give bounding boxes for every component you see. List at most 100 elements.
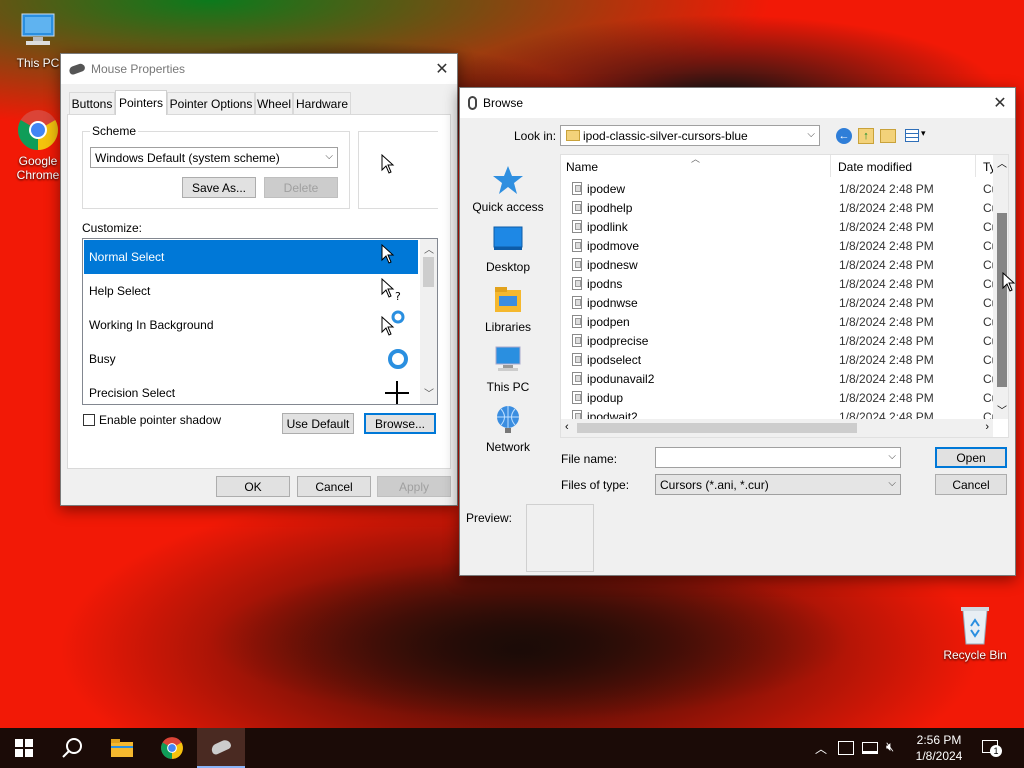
file-row[interactable]: ipodlink 1/8/2024 2:48 PM Cu <box>561 217 993 236</box>
cursor-list[interactable]: Normal Select Help Select ? Working In B… <box>82 238 438 405</box>
list-item[interactable]: Help Select ? <box>84 274 418 308</box>
network-status-icon[interactable] <box>862 742 878 754</box>
help-cursor-icon: ? <box>381 278 401 302</box>
cancel-button[interactable]: Cancel <box>297 476 371 497</box>
list-item[interactable]: Busy <box>84 342 418 376</box>
search-button[interactable] <box>48 728 96 768</box>
file-row[interactable]: ipodnesw 1/8/2024 2:48 PM Cu <box>561 255 993 274</box>
scroll-down-icon[interactable]: ﹀ <box>997 402 1007 417</box>
desktop-icon-this-pc[interactable]: This PC <box>8 10 68 70</box>
file-row[interactable]: ipodew 1/8/2024 2:48 PM Cu <box>561 179 993 198</box>
apply-button[interactable]: Apply <box>377 476 451 497</box>
file-row[interactable]: ipodup 1/8/2024 2:48 PM Cu <box>561 388 993 407</box>
file-list[interactable]: Name ︿ Date modified Ty ipodew 1/8/2024 2… <box>560 154 1009 438</box>
scroll-up-icon[interactable]: ︿ <box>997 155 1007 170</box>
taskbar-mouse-properties[interactable] <box>197 728 245 768</box>
column-header-date[interactable]: Date modified <box>832 155 976 177</box>
file-type: Cu <box>983 314 993 329</box>
cursor-file-icon <box>468 96 477 110</box>
file-name-input[interactable]: ⌵ <box>655 447 901 468</box>
start-button[interactable] <box>0 728 48 768</box>
scroll-right-icon[interactable]: › <box>985 421 989 433</box>
security-icon[interactable] <box>838 741 854 755</box>
use-default-button[interactable]: Use Default <box>282 413 354 434</box>
list-item[interactable]: Working In Background <box>84 308 418 342</box>
file-type: Cu <box>983 295 993 310</box>
pointer-shadow-checkbox[interactable] <box>83 414 95 426</box>
place-desktop[interactable]: Desktop <box>460 224 556 274</box>
scroll-thumb[interactable] <box>577 423 857 433</box>
new-folder-icon[interactable] <box>880 129 896 143</box>
file-row[interactable]: ipodnwse 1/8/2024 2:48 PM Cu <box>561 293 993 312</box>
place-libraries[interactable]: Libraries <box>460 284 556 334</box>
file-row[interactable]: ipodpen 1/8/2024 2:48 PM Cu <box>561 312 993 331</box>
delete-button[interactable]: Delete <box>264 177 338 198</box>
volume-muted-icon[interactable]: 🔇︎ <box>886 739 894 755</box>
cursor-item-label: Help Select <box>89 284 151 298</box>
notification-count: 1 <box>990 745 1002 757</box>
crosshair-cursor-icon <box>385 381 409 404</box>
horizontal-scrollbar[interactable]: ‹ › <box>561 419 993 437</box>
file-date: 1/8/2024 2:48 PM <box>839 219 934 234</box>
file-row[interactable]: ipodprecise 1/8/2024 2:48 PM Cu <box>561 331 993 350</box>
scheme-dropdown[interactable]: Windows Default (system scheme) ⌵ <box>90 147 338 168</box>
file-icon <box>572 315 582 328</box>
place-this-pc[interactable]: This PC <box>460 344 556 394</box>
file-name: ipodpen <box>587 314 630 329</box>
scroll-up-icon[interactable]: ︿ <box>424 241 434 256</box>
file-name: ipodew <box>587 181 626 196</box>
file-date: 1/8/2024 2:48 PM <box>839 314 934 329</box>
tab-buttons[interactable]: Buttons <box>69 92 115 114</box>
files-of-type-dropdown[interactable]: Cursors (*.ani, *.cur) ⌵ <box>655 474 901 495</box>
place-quick-access[interactable]: Quick access <box>460 164 556 214</box>
back-icon[interactable]: ← <box>836 128 852 144</box>
title-bar[interactable]: Browse ✕ <box>460 88 1015 118</box>
file-row[interactable]: ipodns 1/8/2024 2:48 PM Cu <box>561 274 993 293</box>
scroll-down-icon[interactable]: ﹀ <box>424 385 434 400</box>
browse-button[interactable]: Browse... <box>364 413 436 434</box>
file-row[interactable]: ipodwait2 1/8/2024 2:48 PM Cu <box>561 407 993 419</box>
scrollbar[interactable]: ︿ ﹀ <box>420 239 437 404</box>
clock[interactable]: 2:56 PM 1/8/2024 <box>908 732 970 764</box>
scroll-thumb[interactable] <box>997 213 1007 387</box>
grid-view-icon <box>905 129 919 142</box>
scroll-left-icon[interactable]: ‹ <box>565 421 569 433</box>
close-button[interactable]: ✕ <box>985 88 1015 118</box>
list-item[interactable]: Precision Select <box>84 376 418 404</box>
taskbar-file-explorer[interactable] <box>98 728 146 768</box>
file-icon <box>572 239 582 252</box>
tab-hardware[interactable]: Hardware <box>293 92 351 114</box>
list-item[interactable]: Normal Select <box>84 240 418 274</box>
desktop-icon-recycle-bin[interactable]: Recycle Bin <box>940 602 1010 662</box>
file-name: ipodup <box>587 390 624 405</box>
tab-pointer-options[interactable]: Pointer Options <box>167 92 255 114</box>
file-row[interactable]: ipodhelp 1/8/2024 2:48 PM Cu <box>561 198 993 217</box>
ok-button[interactable]: OK <box>216 476 290 497</box>
look-in-dropdown[interactable]: ipod-classic-silver-cursors-blue ⌵ <box>560 125 820 146</box>
up-folder-icon[interactable]: ↑ <box>858 128 874 144</box>
cursor-item-label: Busy <box>89 352 116 366</box>
file-date: 1/8/2024 2:48 PM <box>839 333 934 348</box>
open-button[interactable]: Open <box>935 447 1007 468</box>
save-as-button[interactable]: Save As... <box>182 177 256 198</box>
tab-wheel[interactable]: Wheel <box>255 92 293 114</box>
tab-pointers[interactable]: Pointers <box>115 90 167 115</box>
file-row[interactable]: ipodunavail2 1/8/2024 2:48 PM Cu <box>561 369 993 388</box>
close-button[interactable]: ✕ <box>427 54 457 84</box>
column-header-name[interactable]: Name ︿ <box>561 155 831 177</box>
scroll-thumb[interactable] <box>423 257 434 287</box>
view-menu-icon[interactable]: ▾ <box>905 128 931 144</box>
title-bar[interactable]: Mouse Properties ✕ <box>61 54 457 84</box>
show-hidden-icons-icon[interactable]: ︿ <box>815 740 827 757</box>
action-center-button[interactable]: 1 <box>982 738 1004 758</box>
file-name: ipodns <box>587 276 623 291</box>
scheme-value: Windows Default (system scheme) <box>95 150 280 165</box>
cancel-button[interactable]: Cancel <box>935 474 1007 495</box>
desktop-icon-google-chrome[interactable]: Google Chrome <box>8 108 68 182</box>
close-icon: ✕ <box>435 61 449 78</box>
taskbar-chrome[interactable] <box>148 728 196 768</box>
place-network[interactable]: Network <box>460 404 556 454</box>
file-row[interactable]: ipodmove 1/8/2024 2:48 PM Cu <box>561 236 993 255</box>
file-row[interactable]: ipodselect 1/8/2024 2:48 PM Cu <box>561 350 993 369</box>
file-date: 1/8/2024 2:48 PM <box>839 276 934 291</box>
